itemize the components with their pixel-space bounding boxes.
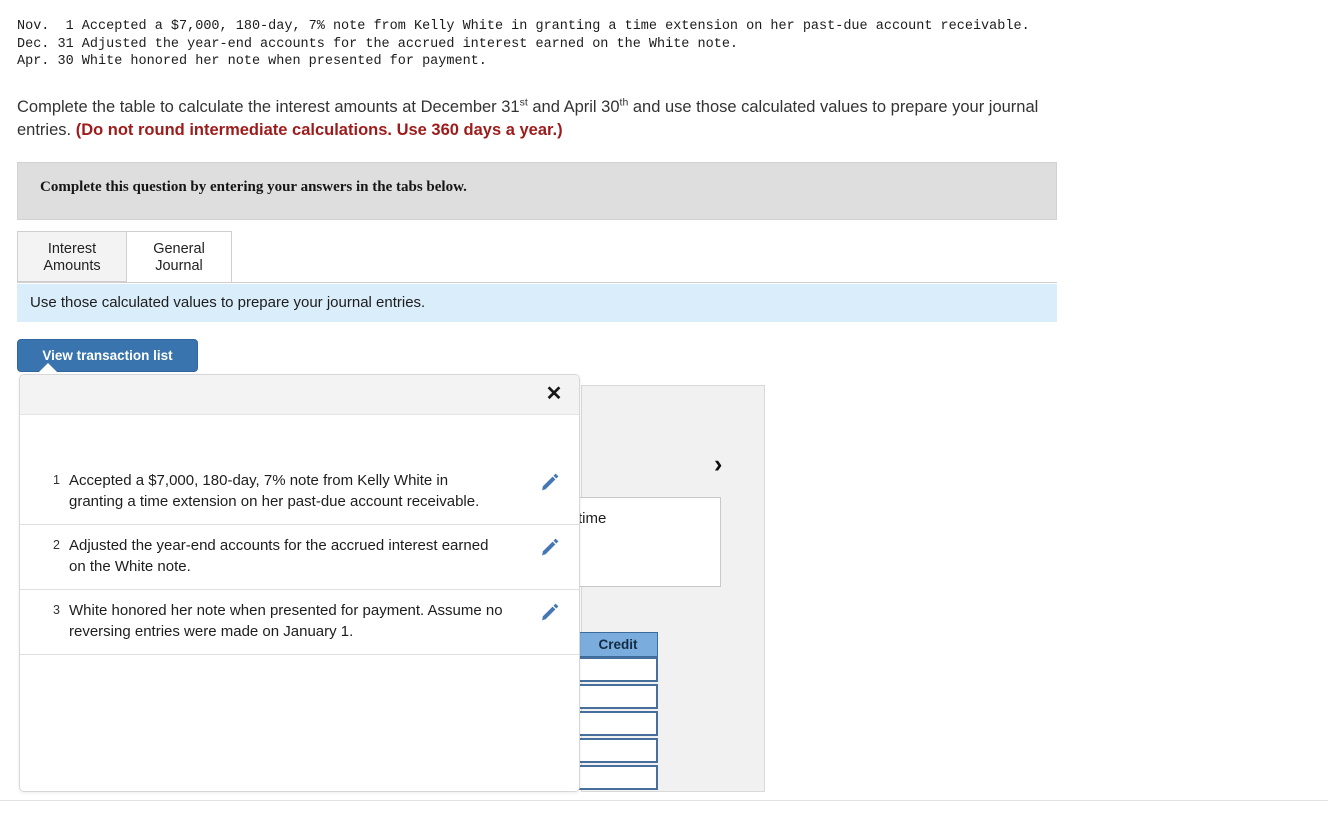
transaction-description: White honored her note when presented fo… [69, 602, 503, 640]
callout-text: Complete this question by entering your … [40, 179, 467, 195]
credit-input-cell-3[interactable] [578, 711, 658, 736]
popup-body: 1 Accepted a $7,000, 180-day, 7% note fr… [20, 415, 579, 791]
credit-input-cell-4[interactable] [578, 738, 658, 763]
transaction-number: 1 [53, 473, 60, 487]
transaction-description: Accepted a $7,000, 180-day, 7% note from… [69, 472, 480, 510]
tab-general-journal-line1: General [153, 241, 205, 257]
ordinal-suffix-th: th [619, 96, 629, 109]
pencil-edit-icon[interactable] [539, 601, 561, 623]
tab-interest-amounts-line2: Amounts [43, 258, 101, 274]
transaction-number: 2 [53, 538, 60, 552]
ordinal-suffix-st: st [519, 96, 528, 109]
tab-general-journal[interactable]: General Journal [126, 231, 232, 282]
transaction-row[interactable]: 2 Adjusted the year-end accounts for the… [20, 525, 579, 590]
instruction-part-1: Complete the table to calculate the inte… [17, 98, 520, 116]
transaction-preamble: Nov. 1 Accepted a $7,000, 180-day, 7% no… [17, 19, 1030, 69]
credit-column-header: Credit [578, 632, 658, 657]
instruction-paragraph: Complete the table to calculate the inte… [17, 96, 1077, 142]
journal-info-bar-text: Use those calculated values to prepare y… [30, 294, 426, 311]
journal-info-bar: Use those calculated values to prepare y… [17, 284, 1057, 322]
tab-interest-amounts[interactable]: Interest Amounts [17, 231, 127, 282]
tab-interest-amounts-line1: Interest [47, 241, 97, 257]
transaction-number: 3 [53, 603, 60, 617]
tab-general-journal-line2: Journal [155, 258, 203, 274]
instruction-part-2: and April 30 [527, 98, 620, 116]
close-icon[interactable]: ✕ [542, 383, 566, 407]
chevron-right-icon[interactable]: › [714, 452, 722, 477]
instruction-warning: (Do not round intermediate calculations.… [75, 121, 563, 139]
popup-body-spacer [20, 415, 579, 460]
credit-input-cell-5[interactable] [578, 765, 658, 790]
transaction-row[interactable]: 1 Accepted a $7,000, 180-day, 7% note fr… [20, 460, 579, 525]
page-bottom-divider [0, 800, 1328, 801]
popup-header: ✕ [20, 375, 579, 415]
pencil-edit-icon[interactable] [539, 471, 561, 493]
transaction-row[interactable]: 3 White honored her note when presented … [20, 590, 579, 655]
credit-input-cell-1[interactable] [578, 657, 658, 682]
complete-question-callout: Complete this question by entering your … [17, 162, 1057, 220]
pencil-edit-icon[interactable] [539, 536, 561, 558]
tab-strip: Interest Amounts General Journal [17, 231, 1057, 283]
transaction-list-popup: ✕ 1 Accepted a $7,000, 180-day, 7% note … [19, 374, 580, 792]
tab-strip-baseline [17, 282, 1057, 283]
transaction-description: Adjusted the year-end accounts for the a… [69, 537, 489, 575]
popup-caret [37, 363, 59, 374]
credit-input-cell-2[interactable] [578, 684, 658, 709]
